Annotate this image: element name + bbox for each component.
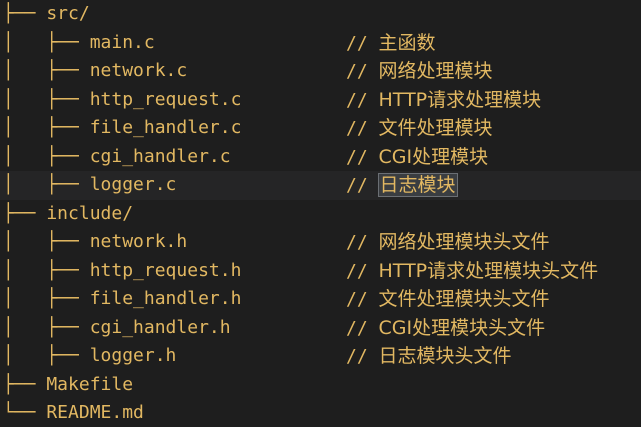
tree-entry: │ ├── http_request.c [3, 88, 242, 110]
line-comment: // HTTP请求处理模块头文件 [346, 257, 598, 287]
line-comment: // 主函数 [346, 29, 436, 59]
comment-prefix: // [346, 317, 379, 339]
comment-text: 文件处理模块 [378, 117, 493, 139]
tree-entry: │ ├── logger.h [3, 345, 177, 366]
code-line[interactable]: ├── Makefile [0, 371, 641, 400]
code-line[interactable]: │ ├── network.c // 网络处理模块 [0, 57, 641, 86]
code-line[interactable]: │ ├── logger.h // 日志模块头文件 [0, 342, 641, 371]
tree-entry: ├── Makefile [3, 373, 134, 395]
code-line[interactable]: ├── include/ [0, 200, 641, 229]
comment-text: CGI处理模块 [378, 145, 489, 168]
code-editor[interactable]: ├── src/│ ├── main.c// 主函数 │ ├── network.… [0, 0, 641, 427]
comment-text: 文件处理模块头文件 [378, 288, 550, 310]
tree-entry: │ ├── file_handler.c [3, 117, 242, 138]
comment-text: 日志模块头文件 [378, 345, 512, 367]
comment-prefix: // [346, 175, 379, 196]
tree-entry: ├── src/ [3, 3, 90, 24]
line-comment: // 日志模块头文件 [346, 342, 512, 372]
tree-entry: │ ├── cgi_handler.h [3, 316, 231, 338]
tree-entry: └── README.md [3, 402, 144, 423]
comment-prefix: // [346, 32, 379, 54]
comment-prefix: // [346, 89, 379, 111]
comment-text: HTTP请求处理模块 [378, 88, 542, 111]
code-line[interactable]: │ ├── file_handler.c // 文件处理模块 [0, 114, 641, 143]
tree-entry: │ ├── http_request.h [3, 259, 242, 281]
code-line[interactable]: │ ├── http_request.h // HTTP请求处理模块头文件 [0, 257, 641, 286]
code-line[interactable]: └── README.md [0, 399, 641, 427]
tree-entry: │ ├── logger.c [3, 174, 177, 195]
line-comment: // 网络处理模块头文件 [346, 228, 550, 258]
comment-text: CGI处理模块头文件 [378, 316, 546, 339]
comment-text: 主函数 [378, 31, 436, 54]
line-comment: // HTTP请求处理模块 [346, 86, 541, 116]
comment-text: HTTP请求处理模块头文件 [378, 259, 599, 282]
comment-prefix: // [346, 260, 379, 282]
line-comment: // CGI处理模块 [346, 143, 488, 173]
code-line[interactable]: ├── src/ [0, 0, 641, 29]
tree-entry: │ ├── network.h [3, 231, 188, 252]
code-line[interactable]: │ ├── main.c // 主函数 [0, 29, 641, 58]
comment-prefix: // [346, 61, 379, 82]
line-comment: // 文件处理模块 [346, 114, 493, 144]
comment-text: 网络处理模块头文件 [378, 231, 550, 253]
code-line[interactable]: │ ├── http_request.c // HTTP请求处理模块 [0, 86, 641, 115]
comment-text: 网络处理模块 [378, 60, 493, 82]
comment-prefix: // [346, 289, 379, 310]
line-comment: // CGI处理模块头文件 [346, 314, 545, 344]
code-line[interactable]: │ ├── cgi_handler.c // CGI处理模块 [0, 143, 641, 172]
tree-entry: │ ├── cgi_handler.c [3, 145, 231, 167]
tree-entry: │ ├── main.c [3, 31, 155, 53]
code-line[interactable]: │ ├── cgi_handler.h // CGI处理模块头文件 [0, 314, 641, 343]
comment-prefix: // [346, 232, 379, 253]
line-comment: // 日志模块 [346, 171, 458, 201]
code-line[interactable]: │ ├── file_handler.h // 文件处理模块头文件 [0, 285, 641, 314]
line-comment: // 文件处理模块头文件 [346, 285, 550, 315]
comment-prefix: // [346, 346, 379, 367]
code-line[interactable]: │ ├── network.h // 网络处理模块头文件 [0, 228, 641, 257]
tree-entry: ├── include/ [3, 202, 134, 224]
tree-entry: │ ├── network.c [3, 60, 188, 81]
tree-entry: │ ├── file_handler.h [3, 288, 242, 309]
comment-prefix: // [346, 146, 379, 168]
code-line[interactable]: │ ├── logger.c // 日志模块 [0, 171, 641, 200]
comment-prefix: // [346, 118, 379, 139]
line-comment: // 网络处理模块 [346, 57, 493, 87]
selected-comment-text: 日志模块 [377, 173, 458, 197]
